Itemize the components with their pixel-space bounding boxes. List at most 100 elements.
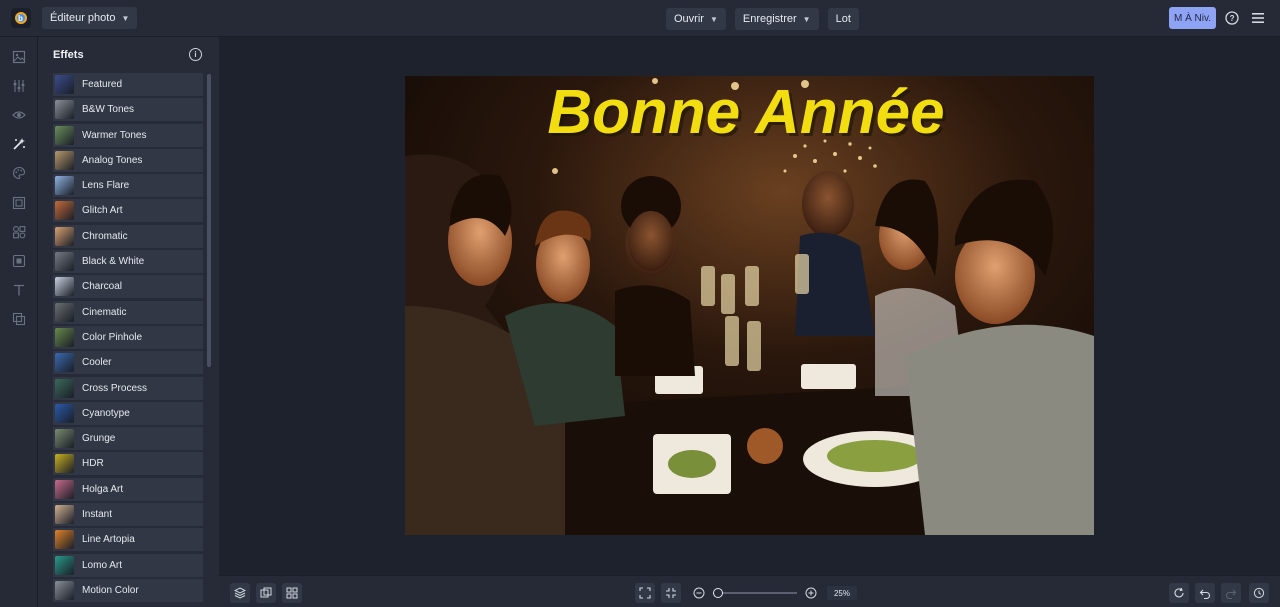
effect-label: HDR — [82, 458, 104, 470]
effect-label: Grunge — [82, 433, 116, 445]
effect-label: Charcoal — [82, 281, 123, 293]
reset-icon[interactable] — [1169, 583, 1189, 603]
sticker-icon[interactable] — [11, 253, 27, 269]
open-label: Ouvrir — [674, 13, 704, 25]
info-icon[interactable]: i — [189, 48, 202, 61]
batch-button[interactable]: Lot — [827, 8, 859, 30]
effects-panel: Effets i Featured B&W Tones Warmer Tones An… — [38, 37, 219, 607]
effect-item[interactable]: Instant — [53, 503, 203, 527]
zoom-slider-knob[interactable] — [713, 588, 723, 598]
help-icon[interactable]: ? — [1222, 8, 1242, 28]
app-logo-icon[interactable]: b — [11, 8, 31, 28]
effects-icon[interactable] — [11, 136, 27, 152]
effect-label: Featured — [82, 79, 123, 90]
effect-thumbnail — [55, 580, 74, 600]
effect-thumbnail — [55, 403, 74, 423]
effect-thumbnail — [55, 479, 74, 499]
overlay-icon[interactable] — [11, 311, 27, 327]
effect-label: Cinematic — [82, 306, 127, 318]
effect-item[interactable]: Glitch Art — [53, 199, 203, 223]
zoom-out-icon[interactable] — [689, 583, 709, 603]
effect-thumbnail — [55, 327, 74, 347]
effect-item[interactable]: Featured — [53, 73, 203, 96]
zoom-in-icon[interactable] — [801, 583, 821, 603]
effect-label: B&W Tones — [82, 104, 135, 116]
undo-icon[interactable] — [1195, 583, 1215, 603]
effect-item[interactable]: Analog Tones — [53, 148, 203, 172]
effect-item[interactable]: Charcoal — [53, 275, 203, 299]
palette-icon[interactable] — [11, 165, 27, 181]
grid-icon[interactable] — [282, 583, 302, 603]
panel-scrollbar[interactable] — [207, 74, 211, 367]
save-label: Enregistrer — [742, 13, 797, 25]
image-icon[interactable] — [11, 49, 27, 65]
effect-item[interactable]: Color Pinhole — [53, 325, 203, 349]
effect-thumbnail — [55, 176, 74, 196]
effect-thumbnail — [55, 429, 74, 449]
effect-item[interactable]: Lomo Art — [53, 553, 203, 577]
menu-icon[interactable] — [1248, 8, 1268, 28]
overlay-title[interactable]: Bonne Année — [547, 78, 944, 147]
effect-label: Line Artopia — [82, 534, 135, 546]
effect-item[interactable]: Cinematic — [53, 300, 203, 324]
effect-thumbnail — [55, 125, 74, 145]
fit-screen-icon[interactable] — [635, 583, 655, 603]
effect-item[interactable]: Cyanotype — [53, 401, 203, 425]
effect-label: Lens Flare — [82, 180, 130, 192]
effect-item[interactable]: Line Artopia — [53, 528, 203, 552]
file-actions: Ouvrir ▼ Enregistrer ▼ Lot — [666, 8, 859, 30]
effect-item[interactable]: Warmer Tones — [53, 123, 203, 147]
effect-item[interactable]: Lens Flare — [53, 174, 203, 198]
svg-text:?: ? — [1230, 14, 1235, 23]
compare-icon[interactable] — [256, 583, 276, 603]
effect-label: Lomo Art — [82, 559, 123, 571]
effect-item[interactable]: Black & White — [53, 250, 203, 274]
chevron-down-icon: ▼ — [121, 13, 130, 23]
effect-thumbnail — [55, 353, 74, 373]
effect-thumbnail — [55, 252, 74, 272]
elements-icon[interactable] — [11, 224, 27, 240]
effect-item[interactable]: Grunge — [53, 427, 203, 451]
frame-icon[interactable] — [11, 195, 27, 211]
open-dropdown[interactable]: Ouvrir ▼ — [666, 8, 726, 30]
eye-icon[interactable] — [11, 107, 27, 123]
layers-icon[interactable] — [230, 583, 250, 603]
effect-thumbnail — [55, 75, 74, 94]
batch-label: Lot — [835, 13, 851, 25]
effect-item[interactable]: Chromatic — [53, 224, 203, 248]
upgrade-button[interactable]: M À Niv. — [1169, 7, 1216, 29]
effect-label: Holga Art — [82, 483, 124, 495]
effect-item[interactable]: Cross Process — [53, 376, 203, 400]
zoom-slider-track[interactable] — [713, 592, 797, 594]
effect-thumbnail — [55, 530, 74, 550]
effect-thumbnail — [55, 378, 74, 398]
save-dropdown[interactable]: Enregistrer ▼ — [734, 8, 819, 30]
effect-item[interactable]: Motion Color — [53, 578, 203, 602]
effect-item[interactable]: B&W Tones — [53, 98, 203, 122]
effect-label: Cooler — [82, 357, 112, 369]
effect-thumbnail — [55, 302, 74, 322]
effect-label: Cross Process — [82, 382, 148, 394]
effect-thumbnail — [55, 454, 74, 474]
text-icon[interactable] — [11, 282, 27, 298]
actual-size-icon[interactable] — [661, 583, 681, 603]
effect-item[interactable]: Holga Art — [53, 477, 203, 501]
effect-item[interactable]: HDR — [53, 452, 203, 476]
photo-editor-label: Éditeur photo — [50, 12, 116, 24]
history-icon[interactable] — [1249, 583, 1269, 603]
top-bar: b Éditeur photo ▼ — [0, 0, 1280, 37]
chevron-down-icon: ▼ — [709, 14, 718, 24]
effect-thumbnail — [55, 505, 74, 525]
svg-text:b: b — [18, 14, 23, 23]
effect-thumbnail — [55, 100, 74, 120]
effects-list: Featured B&W Tones Warmer Tones Analog Tone… — [53, 73, 203, 604]
photo-canvas[interactable]: Bonne Année Bonne Année — [405, 76, 1094, 535]
photo-editor-dropdown[interactable]: Éditeur photo ▼ — [42, 7, 138, 29]
effect-label: Analog Tones — [82, 154, 143, 166]
effect-item[interactable]: Cooler — [53, 351, 203, 375]
adjust-icon[interactable] — [11, 78, 27, 94]
effect-label: Color Pinhole — [82, 331, 143, 343]
zoom-value[interactable]: 25% — [827, 586, 857, 600]
chevron-down-icon: ▼ — [802, 14, 811, 24]
redo-icon[interactable] — [1221, 583, 1241, 603]
